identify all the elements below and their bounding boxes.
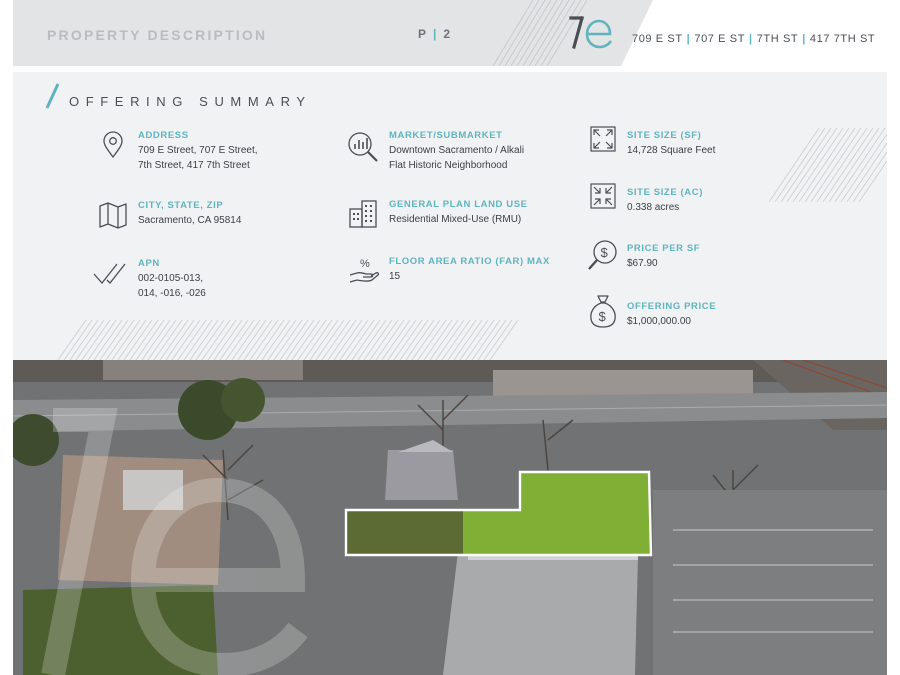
svg-text:%: % bbox=[360, 258, 370, 270]
address-separator: | bbox=[686, 33, 691, 45]
market-label: MARKET/SUBMARKET bbox=[389, 130, 503, 141]
land-use-value: Residential Mixed-Use (RMU) bbox=[389, 213, 521, 228]
site-size-sf-value: 14,728 Square Feet bbox=[627, 144, 715, 159]
page-prefix: P bbox=[418, 27, 429, 41]
site-size-ac-line: 0.338 acres bbox=[627, 202, 680, 213]
site-size-sf-line: 14,728 Square Feet bbox=[627, 145, 716, 156]
section-title: PROPERTY DESCRIPTION bbox=[47, 27, 268, 43]
map-pin-icon bbox=[103, 131, 123, 159]
site-size-ac-label: SITE SIZE (AC) bbox=[627, 187, 703, 198]
panel-diagonal-stripes bbox=[769, 128, 887, 202]
far-line: 15 bbox=[389, 271, 401, 282]
page-number: P | 2 bbox=[418, 27, 452, 41]
offering-price-label: OFFERING PRICE bbox=[627, 301, 717, 312]
offering-price-line: $1,000,000.00 bbox=[627, 316, 691, 327]
address-label: ADDRESS bbox=[138, 130, 189, 141]
address-value: 709 E Street, 707 E Street, 7th Street, 4… bbox=[138, 144, 258, 173]
address-line-1: 709 E Street, 707 E Street, bbox=[138, 145, 258, 156]
address-item: 707 E ST bbox=[694, 33, 746, 45]
price-per-sf-value: $67.90 bbox=[627, 257, 658, 272]
apn-line-1: 002-0105-013, bbox=[138, 273, 204, 284]
aerial-photo-illustration bbox=[13, 360, 887, 675]
price-per-sf-label: PRICE PER SF bbox=[627, 243, 701, 254]
site-size-sf-label: SITE SIZE (SF) bbox=[627, 130, 702, 141]
page-separator: | bbox=[433, 27, 439, 41]
folded-map-icon bbox=[99, 202, 127, 229]
page-number-value: 2 bbox=[443, 27, 453, 41]
offering-price-value: $1,000,000.00 bbox=[627, 315, 691, 330]
far-value: 15 bbox=[389, 270, 400, 285]
money-bag-icon: $ bbox=[590, 295, 616, 328]
buildings-icon bbox=[349, 200, 377, 228]
city-state-zip-value: Sacramento, CA 95814 bbox=[138, 214, 241, 229]
header-diagonal-stripes bbox=[492, 0, 653, 66]
hand-percent-icon: % bbox=[349, 258, 380, 283]
magnifier-chart-icon bbox=[348, 132, 378, 162]
aerial-site-photo bbox=[13, 360, 887, 675]
offering-summary-panel: OFFERING SUMMARY ADDRESS 709 E Street, 7… bbox=[13, 72, 887, 360]
market-line-1: Downtown Sacramento / Alkali bbox=[389, 145, 525, 156]
double-check-icon bbox=[93, 263, 126, 285]
svg-text:$: $ bbox=[599, 309, 607, 324]
address-separator: | bbox=[802, 33, 806, 45]
dollar-magnifier-icon: $ bbox=[588, 240, 617, 270]
summary-heading: OFFERING SUMMARY bbox=[69, 94, 312, 109]
land-use-line: Residential Mixed-Use (RMU) bbox=[389, 214, 522, 225]
market-value: Downtown Sacramento / Alkali Flat Histori… bbox=[389, 144, 524, 173]
expand-arrows-icon bbox=[590, 126, 616, 152]
address-item: 709 E ST bbox=[632, 33, 683, 45]
city-state-zip-line: Sacramento, CA 95814 bbox=[138, 215, 242, 226]
far-label: FLOOR AREA RATIO (FAR) MAX bbox=[389, 256, 550, 267]
market-line-2: Flat Historic Neighborhood bbox=[389, 159, 508, 171]
apn-value: 002-0105-013, 014, -016, -026 bbox=[138, 272, 206, 301]
price-per-sf-line: $67.90 bbox=[627, 258, 658, 269]
collapse-arrows-icon bbox=[590, 183, 616, 209]
land-use-label: GENERAL PLAN LAND USE bbox=[389, 199, 528, 210]
apn-label: APN bbox=[138, 258, 160, 269]
address-item: 417 7TH ST bbox=[809, 33, 876, 45]
page-header: PROPERTY DESCRIPTION P | 2 709 E ST | 707 E … bbox=[13, 0, 887, 66]
ae-monogram-logo bbox=[569, 16, 613, 49]
address-item: 7TH ST bbox=[756, 33, 799, 45]
apn-line-2: 014, -016, -026 bbox=[138, 287, 206, 299]
accent-slash-mark bbox=[45, 83, 60, 109]
panel-diagonal-stripes-bottom bbox=[58, 320, 519, 360]
city-state-zip-label: CITY, STATE, ZIP bbox=[138, 200, 224, 211]
address-line-2: 7th Street, 417 7th Street bbox=[138, 159, 250, 171]
property-address-list: 709 E ST | 707 E ST | 7TH ST | 417 7TH ST bbox=[632, 33, 875, 45]
site-size-ac-value: 0.338 acres bbox=[627, 201, 679, 216]
svg-text:$: $ bbox=[601, 245, 609, 260]
address-separator: | bbox=[749, 33, 753, 45]
